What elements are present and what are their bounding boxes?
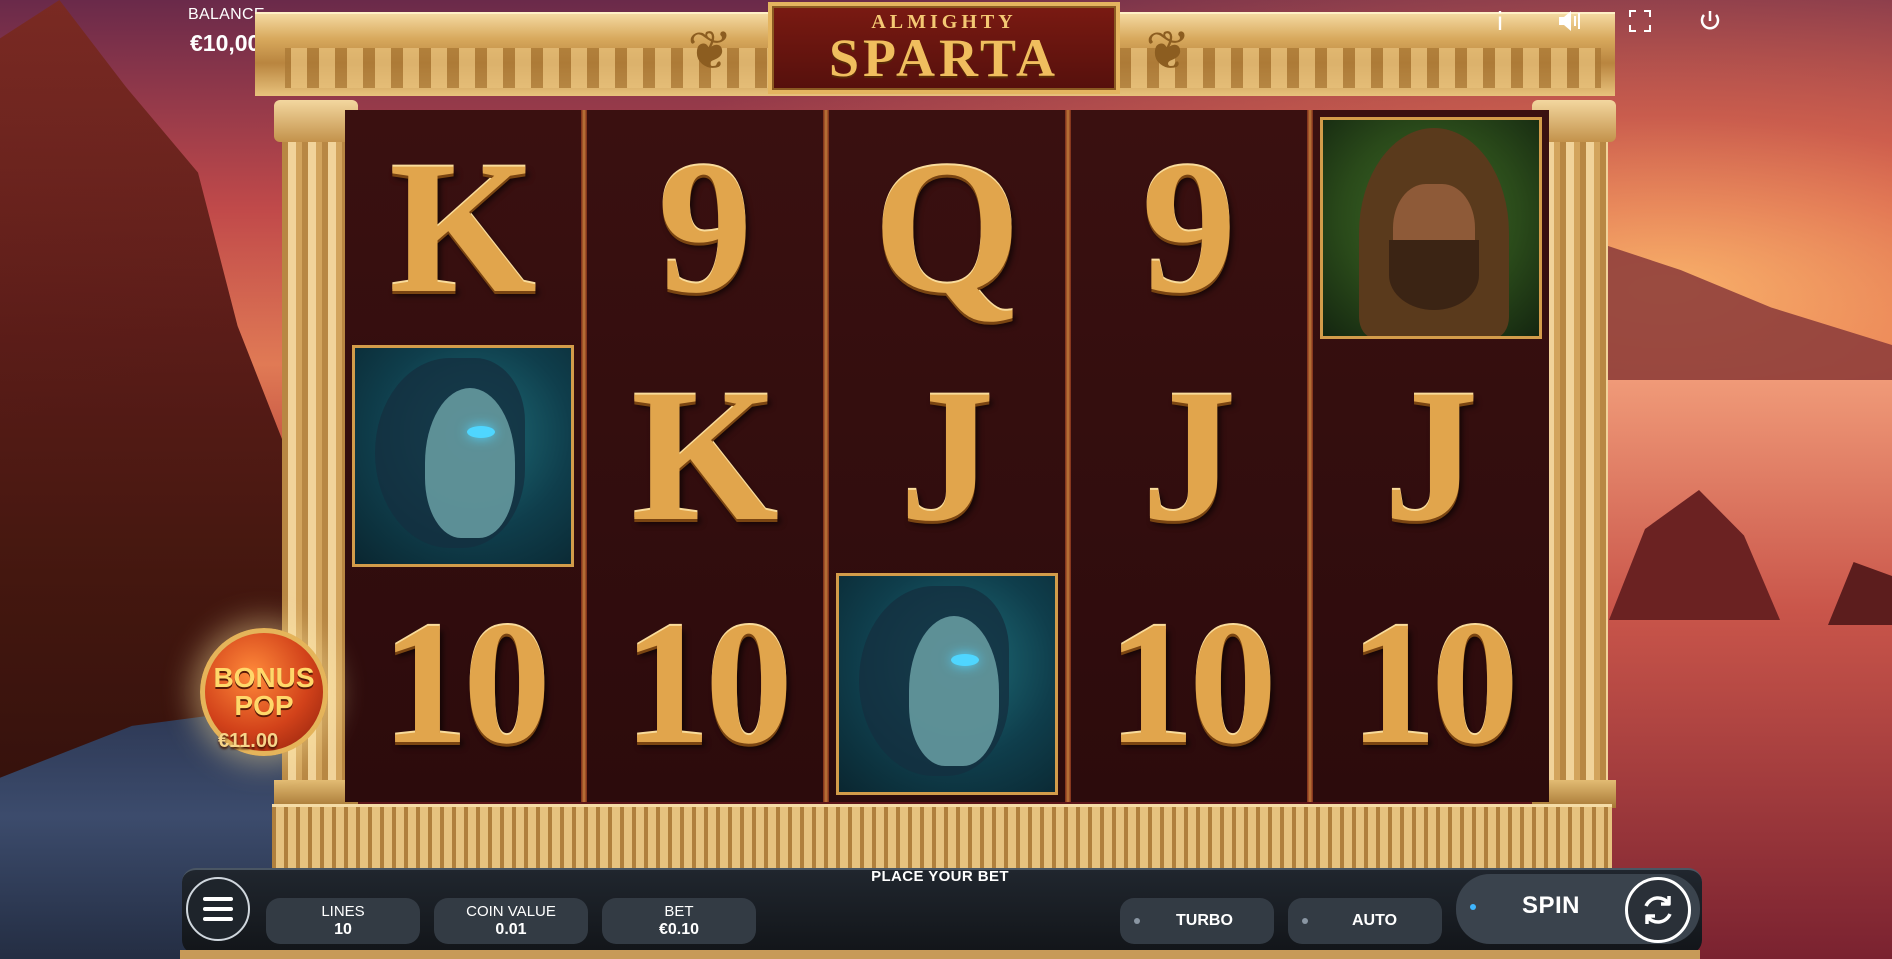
symbol-9: 9 (1141, 123, 1237, 333)
symbol-10: 10 (623, 586, 793, 781)
symbol-j: J (1141, 351, 1237, 561)
symbol-j: J (1383, 351, 1479, 561)
symbol-cell: 10 (1317, 570, 1545, 798)
bonus-pop-value: €11.00 (218, 730, 279, 752)
coin-value-label: COIN VALUE (466, 903, 556, 920)
siren-symbol (352, 345, 574, 567)
palmette-ornament-left: ❦ (687, 20, 733, 81)
symbol-10: 10 (381, 586, 551, 781)
reel-5: J 10 (1313, 110, 1549, 802)
spin-button[interactable] (1625, 877, 1691, 943)
lines-label: LINES (321, 903, 365, 920)
bet-label: BET (664, 903, 694, 920)
auto-label: AUTO (1352, 912, 1398, 929)
floor-edge (180, 950, 1700, 959)
toggle-indicator (1302, 918, 1308, 924)
siren-symbol (836, 573, 1058, 795)
palmette-ornament-right: ❦ (1145, 20, 1191, 81)
bonus-pop-line1: BONUS (213, 662, 315, 693)
reel-4: 9 J 10 (1071, 110, 1307, 802)
reel-2: 9 K 10 (587, 110, 823, 802)
symbol-k: K (389, 123, 537, 333)
game-logo: ALMIGHTY SPARTA (768, 2, 1120, 94)
refresh-icon (1644, 896, 1672, 924)
reel-3: Q J (829, 110, 1065, 802)
symbol-cell (833, 570, 1061, 798)
reel-1: K 10 (345, 110, 581, 802)
symbol-cell: 10 (1075, 570, 1303, 798)
symbol-cell: 9 (1075, 114, 1303, 342)
symbol-cell: J (833, 342, 1061, 570)
balance-label: BALANCE (188, 6, 265, 23)
place-bet-message: PLACE YOUR BET (871, 868, 1009, 885)
power-icon[interactable] (1690, 2, 1730, 40)
menu-button[interactable] (186, 877, 250, 941)
column-right (1540, 100, 1608, 805)
symbol-cell: Q (833, 114, 1061, 342)
bet-value: €0.10 (658, 921, 700, 938)
symbol-k: K (631, 351, 779, 561)
fullscreen-icon[interactable] (1620, 2, 1660, 40)
hamburger-icon-line (203, 917, 233, 921)
lines-selector[interactable]: LINES 10 (266, 898, 420, 944)
hamburger-icon-line (203, 907, 233, 911)
turbo-toggle[interactable]: TURBO (1120, 898, 1274, 944)
symbol-cell: J (1075, 342, 1303, 570)
bonus-pop-line2: POP (234, 690, 294, 721)
symbol-j: J (899, 351, 995, 561)
auto-toggle[interactable]: AUTO (1288, 898, 1442, 944)
symbol-cell (1317, 114, 1545, 342)
temple-base (272, 804, 1612, 871)
toggle-indicator (1134, 918, 1140, 924)
coin-value-value: 0.01 (495, 921, 527, 938)
turbo-label: TURBO (1176, 912, 1233, 929)
sound-icon[interactable] (1550, 2, 1590, 40)
reel-grid: K 10 9 K 10 Q J 9 J 10 J 10 (345, 110, 1549, 802)
hamburger-icon-line (203, 897, 233, 901)
symbol-9: 9 (657, 123, 753, 333)
symbol-cell: K (349, 114, 577, 342)
symbol-cell: K (591, 342, 819, 570)
symbol-cell: 10 (349, 570, 577, 798)
symbol-q: Q (873, 123, 1021, 333)
symbol-cell (349, 342, 577, 570)
coin-value-selector[interactable]: COIN VALUE 0.01 (434, 898, 588, 944)
symbol-cell: 9 (591, 114, 819, 342)
logo-title: SPARTA (828, 28, 1060, 88)
symbol-cell: 10 (591, 570, 819, 798)
symbol-cell: J (1317, 342, 1545, 570)
info-icon[interactable]: i (1480, 2, 1520, 40)
spin-label[interactable]: SPIN (1522, 892, 1580, 920)
symbol-10: 10 (1107, 586, 1277, 781)
spin-indicator-dot (1470, 904, 1476, 910)
lines-value: 10 (334, 921, 352, 938)
symbol-10: 10 (1349, 586, 1519, 781)
monk-symbol (1320, 117, 1542, 339)
top-toolbar: i (1480, 2, 1730, 40)
bet-selector[interactable]: BET €0.10 (602, 898, 756, 944)
